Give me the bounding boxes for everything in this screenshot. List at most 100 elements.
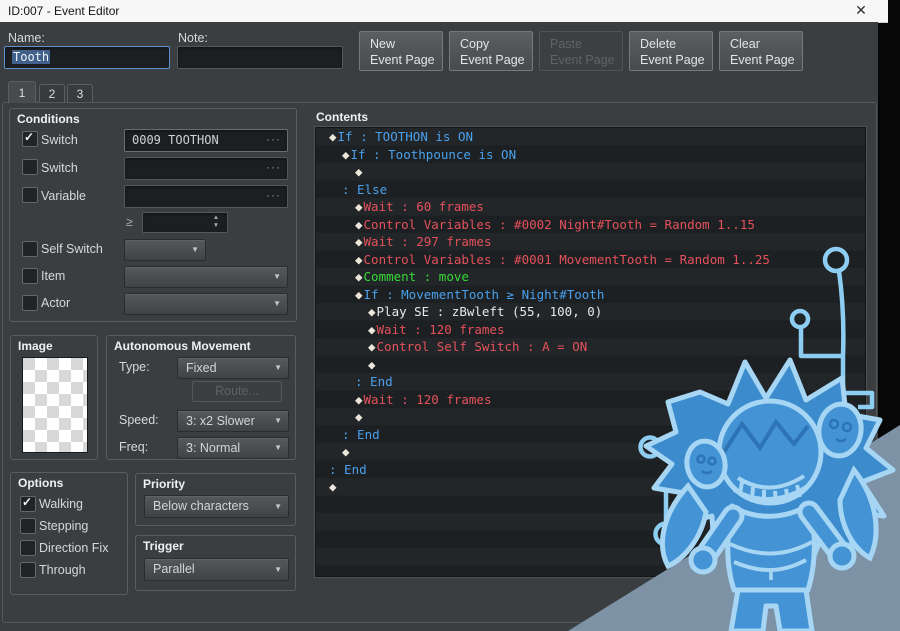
actor-checkbox[interactable] [22, 295, 38, 311]
item-label: Item [41, 269, 66, 283]
window-title: ID:007 - Event Editor [8, 4, 120, 18]
clear-event-page-button[interactable]: Clear Event Page [719, 31, 803, 71]
event-image-preview[interactable] [22, 357, 88, 453]
actor-dropdown[interactable]: ▼ [124, 293, 288, 315]
diamond-icon: ◆ [355, 216, 363, 232]
item-checkbox[interactable] [22, 268, 38, 284]
event-command[interactable]: ◆Play SE : zBwleft (55, 100, 0) [316, 303, 865, 321]
diamond-icon: ◆ [329, 479, 337, 494]
switch1-checkbox[interactable]: ✓ [22, 130, 38, 147]
note-label: Note: [178, 31, 208, 45]
command-text: Wait : 120 frames [376, 321, 505, 337]
event-command[interactable]: ◆Control Variables : #0002 Night#Tooth =… [316, 216, 865, 234]
diamond-icon: ◆ [368, 304, 376, 319]
dropdown-arrow-icon: ▼ [273, 299, 281, 308]
event-command[interactable]: ◆ [316, 443, 865, 461]
gte-operator-label: ≥ [126, 215, 133, 229]
movement-freq-dropdown[interactable]: 3: Normal ▼ [177, 437, 289, 459]
dropdown-arrow-icon: ▼ [274, 502, 282, 511]
event-command[interactable]: ◆Wait : 120 frames [316, 321, 865, 339]
diamond-icon: ◆ [329, 129, 337, 144]
command-text: : End [342, 426, 380, 442]
trigger-value: Parallel [153, 562, 195, 576]
switch1-label: Switch [41, 133, 78, 147]
switch2-checkbox[interactable] [22, 159, 38, 175]
event-command-branch[interactable]: : Else [316, 181, 865, 199]
event-command[interactable]: ◆Wait : 120 frames [316, 391, 865, 409]
type-label: Type: [119, 360, 150, 374]
note-input[interactable] [177, 46, 343, 69]
direction-fix-checkbox[interactable] [20, 540, 36, 556]
movement-type-dropdown[interactable]: Fixed ▼ [177, 357, 289, 379]
command-text: Control Variables : #0002 Night#Tooth = … [363, 216, 755, 232]
walking-label: Walking [39, 497, 83, 511]
self-switch-dropdown[interactable]: ▼ [124, 239, 206, 261]
diamond-icon: ◆ [342, 444, 350, 459]
tab-page-3[interactable]: 3 [67, 84, 93, 103]
tab-page-2[interactable]: 2 [39, 84, 65, 103]
close-icon[interactable]: ✕ [848, 0, 874, 22]
tab-page-1[interactable]: 1 [8, 81, 36, 103]
item-dropdown[interactable]: ▼ [124, 266, 288, 288]
event-command[interactable]: ◆Control Variables : #0001 MovementTooth… [316, 251, 865, 269]
ellipsis-button[interactable]: ··· [266, 158, 281, 179]
command-text: : End [329, 461, 367, 477]
name-input[interactable]: Tooth [4, 46, 170, 69]
command-text: Control Self Switch : A = ON [376, 339, 588, 354]
event-command[interactable]: ◆ [316, 356, 865, 374]
event-command-branch[interactable]: : End [316, 461, 865, 479]
dropdown-arrow-icon: ▼ [274, 416, 282, 425]
priority-dropdown[interactable]: Below characters ▼ [144, 495, 289, 518]
event-command[interactable]: ◆Wait : 297 frames [316, 233, 865, 251]
paste-event-page-button[interactable]: Paste Event Page [539, 31, 623, 71]
switch1-value: 0009 TOOTHON [132, 133, 219, 147]
event-command[interactable]: ◆If : MovementTooth ≥ Night#Tooth [316, 286, 865, 304]
self-switch-label: Self Switch [41, 242, 103, 256]
delete-event-page-button[interactable]: Delete Event Page [629, 31, 713, 71]
command-text: Wait : 120 frames [363, 391, 492, 407]
diamond-icon: ◆ [342, 146, 350, 162]
new-event-page-button[interactable]: New Event Page [359, 31, 443, 71]
through-checkbox[interactable] [20, 562, 36, 578]
stepping-checkbox[interactable] [20, 518, 36, 534]
command-text: : End [355, 374, 393, 389]
variable-field[interactable]: ··· [124, 185, 288, 208]
ellipsis-button[interactable]: ··· [266, 130, 281, 151]
command-text: Wait : 60 frames [363, 199, 484, 214]
diamond-icon: ◆ [355, 199, 363, 214]
variable-operand-spinner[interactable]: ▲ ▼ [142, 212, 228, 233]
self-switch-checkbox[interactable] [22, 241, 38, 257]
event-command[interactable]: ◆If : TOOTHON is ON [316, 128, 865, 146]
command-text: If : MovementTooth ≥ Night#Tooth [363, 286, 605, 302]
event-command[interactable]: ◆ [316, 408, 865, 426]
through-label: Through [39, 563, 86, 577]
ellipsis-button[interactable]: ··· [266, 186, 281, 207]
copy-event-page-button[interactable]: Copy Event Page [449, 31, 533, 71]
spinner-down-icon[interactable]: ▼ [211, 222, 221, 231]
route-button[interactable]: Route... [192, 381, 282, 402]
trigger-title: Trigger [143, 539, 184, 553]
title-bar[interactable]: ID:007 - Event Editor ✕ [0, 0, 888, 23]
event-command[interactable]: ◆Comment : move [316, 268, 865, 286]
contents-title: Contents [316, 110, 368, 124]
walking-checkbox[interactable]: ✓ [20, 495, 36, 512]
diamond-icon: ◆ [355, 391, 363, 407]
check-icon: ✓ [24, 130, 35, 144]
event-command-branch[interactable]: : End [316, 373, 865, 391]
variable-checkbox[interactable] [22, 187, 38, 203]
image-title: Image [18, 339, 53, 353]
trigger-dropdown[interactable]: Parallel ▼ [144, 558, 289, 581]
command-text: Wait : 297 frames [363, 234, 492, 249]
switch2-field[interactable]: ··· [124, 157, 288, 180]
event-command[interactable]: ◆If : Toothpounce is ON [316, 146, 865, 164]
switch1-field[interactable]: 0009 TOOTHON ··· [124, 129, 288, 152]
dropdown-arrow-icon: ▼ [274, 565, 282, 574]
movement-speed-dropdown[interactable]: 3: x2 Slower ▼ [177, 410, 289, 432]
event-command-branch[interactable]: : End [316, 426, 865, 444]
event-command[interactable]: ◆ [316, 478, 865, 496]
event-command[interactable]: ◆Wait : 60 frames [316, 198, 865, 216]
event-command[interactable]: ◆ [316, 163, 865, 181]
diamond-icon: ◆ [368, 356, 376, 372]
event-command[interactable]: ◆Control Self Switch : A = ON [316, 338, 865, 356]
contents-list[interactable]: ◆If : TOOTHON is ON ◆If : Toothpounce is … [314, 126, 867, 578]
